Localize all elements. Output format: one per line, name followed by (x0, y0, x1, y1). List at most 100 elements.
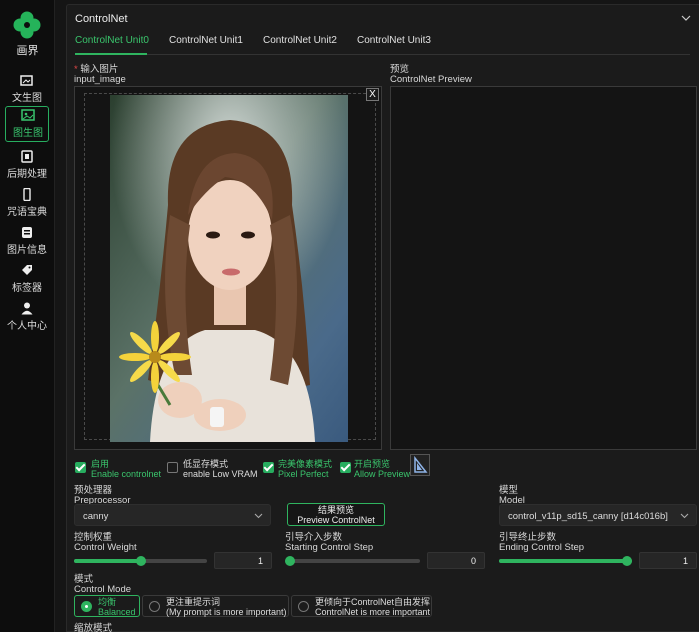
checkbox-label-cn: 开启预览 (354, 459, 391, 469)
checkbox-label: 开启预览 Allow Preview (354, 459, 411, 479)
checkbox[interactable] (263, 462, 274, 473)
sidebar: 画界 文生图 图生图 后期处理 咒语宝典 图片信息 标签器 个人中心 (0, 0, 55, 632)
layers-icon (22, 227, 32, 238)
clear-image-button[interactable]: X (366, 88, 379, 101)
sidebar-item-profile[interactable]: 个人中心 (5, 300, 49, 336)
active-tab-indicator (75, 53, 147, 55)
radio[interactable] (298, 601, 309, 612)
ending-step-label: 引导终止步数 Ending Control Step (499, 533, 584, 553)
preview-label: 预览 ControlNet Preview (390, 65, 472, 85)
starting-step-label-en: Starting Control Step (285, 542, 374, 553)
image-icon (21, 109, 35, 121)
tab-unit1[interactable]: ControlNet Unit1 (169, 35, 243, 55)
input-photo (110, 95, 348, 442)
logo-text: 画界 (16, 45, 39, 57)
mode-text: 均衡 Balanced (98, 597, 136, 617)
slider-fill (499, 559, 632, 563)
checkbox-label-en: Enable controlnet (91, 468, 162, 479)
controlnet-preview-area (390, 86, 697, 450)
phone-book-icon (23, 188, 31, 201)
control-mode-label: 模式 Control Mode (74, 575, 131, 595)
radio[interactable] (81, 601, 92, 612)
controlnet-panel: ControlNet ControlNet Unit0 ControlNet U… (66, 4, 699, 632)
tab-unit2[interactable]: ControlNet Unit2 (263, 35, 337, 55)
sidebar-item-label: 标签器 (12, 283, 42, 294)
sidebar-item-postprocess[interactable]: 后期处理 (5, 148, 49, 184)
sidebar-item-label: 后期处理 (7, 169, 47, 180)
input-image-label-en: input_image (74, 74, 126, 85)
starting-step-slider[interactable] (285, 556, 420, 566)
mode-text: 更注重提示词 (My prompt is more important) (166, 597, 287, 617)
postprocess-icon (21, 150, 33, 163)
starting-step-label: 引导介入步数 Starting Control Step (285, 533, 373, 553)
tab-unit3[interactable]: ControlNet Unit3 (357, 35, 431, 55)
sidebar-item-label: 图生图 (13, 128, 43, 139)
preview-toggle-button[interactable] (410, 454, 430, 476)
ending-step-label-en: Ending Control Step (499, 542, 585, 553)
ending-step-input[interactable]: 1 (639, 552, 697, 569)
checkbox[interactable] (340, 462, 351, 473)
checkbox-label: 启用 Enable controlnet (91, 459, 162, 479)
checkbox-label: 完美像素模式 Pixel Perfect (278, 459, 333, 479)
checkbox-label-en: Pixel Perfect (278, 468, 329, 479)
slider-thumb[interactable] (285, 556, 295, 566)
tab-unit0[interactable]: ControlNet Unit0 (75, 35, 149, 55)
sidebar-item-img2img[interactable]: 图生图 (5, 106, 49, 142)
sidebar-item-prompt-book[interactable]: 咒语宝典 (5, 186, 49, 222)
preview-button-label-cn: 结果预览 (317, 505, 354, 515)
sidebar-item-tagger[interactable]: 标签器 (5, 262, 49, 298)
radio[interactable] (149, 601, 160, 612)
mode-text: 更倾向于ControlNet自由发挥 ControlNet is more imp… (315, 597, 431, 617)
resize-mode-label: 缩放模式 (74, 623, 113, 632)
checkbox-label-en: enable Low VRAM (183, 468, 258, 479)
preview-button-label-en: Preview ControlNet (297, 515, 375, 525)
clover-logo-icon (13, 11, 41, 39)
input-image-area[interactable]: X (74, 86, 382, 450)
model-label: 模型 Model (499, 486, 525, 506)
checkbox-label-cn: 完美像素模式 (278, 459, 333, 469)
sidebar-item-label: 图片信息 (7, 245, 47, 256)
control-weight-slider[interactable] (74, 556, 207, 566)
mode-text-en: (My prompt is more important) (166, 606, 287, 617)
sidebar-item-txt2img[interactable]: 文生图 (5, 72, 49, 108)
checkbox-label-cn: 启用 (91, 459, 110, 469)
starting-step-input[interactable]: 0 (427, 552, 485, 569)
chevron-down-icon (680, 513, 689, 519)
preview-controlnet-button[interactable]: 结果预览 Preview ControlNet (287, 503, 385, 526)
preprocessor-select[interactable]: canny (74, 504, 271, 526)
mode-text-cn: 更注重提示词 (166, 597, 221, 607)
model-select[interactable]: control_v11p_sd15_canny [d14c016b] (499, 504, 697, 526)
chevron-down-icon (254, 513, 263, 519)
control-mode-controlnet[interactable]: 更倾向于ControlNet自由发挥 ControlNet is more imp… (291, 595, 432, 617)
slider-fill (74, 559, 141, 563)
model-value: control_v11p_sd15_canny [d14c016b] (508, 511, 668, 522)
slider-thumb[interactable] (622, 556, 632, 566)
unit-tabs: ControlNet Unit0 ControlNet Unit1 Contro… (75, 35, 690, 55)
control-weight-input[interactable]: 1 (214, 552, 272, 569)
image-text-icon (20, 75, 33, 86)
triangle-ruler-icon (414, 455, 428, 473)
sidebar-item-image-info[interactable]: 图片信息 (5, 224, 49, 260)
checkbox-label: 低显存模式 enable Low VRAM (183, 459, 258, 479)
control-mode-prompt[interactable]: 更注重提示词 (My prompt is more important) (142, 595, 289, 617)
tag-icon (22, 265, 32, 275)
sidebar-item-label: 个人中心 (7, 321, 47, 332)
control-mode-balanced[interactable]: 均衡 Balanced (74, 595, 140, 617)
control-weight-label-en: Control Weight (74, 542, 137, 553)
mode-text-en: Balanced (98, 606, 136, 617)
chevron-down-icon[interactable] (681, 14, 691, 22)
checkbox-label-cn: 低显存模式 (183, 459, 229, 469)
user-icon (21, 302, 33, 315)
sidebar-item-label: 文生图 (12, 93, 42, 104)
checkbox[interactable] (75, 462, 86, 473)
panel-title: ControlNet (75, 13, 128, 25)
slider-thumb[interactable] (135, 556, 146, 566)
ending-step-slider[interactable] (499, 556, 632, 566)
preprocessor-label: 预处理器 Preprocessor (74, 486, 131, 506)
preprocessor-value: canny (83, 511, 109, 522)
checkbox[interactable] (167, 462, 178, 473)
preview-label-en: ControlNet Preview (390, 74, 472, 85)
checkbox-label-en: Allow Preview (354, 468, 411, 479)
mode-text-cn: 更倾向于ControlNet自由发挥 (315, 597, 431, 607)
mode-text-en: ControlNet is more important (315, 606, 431, 617)
